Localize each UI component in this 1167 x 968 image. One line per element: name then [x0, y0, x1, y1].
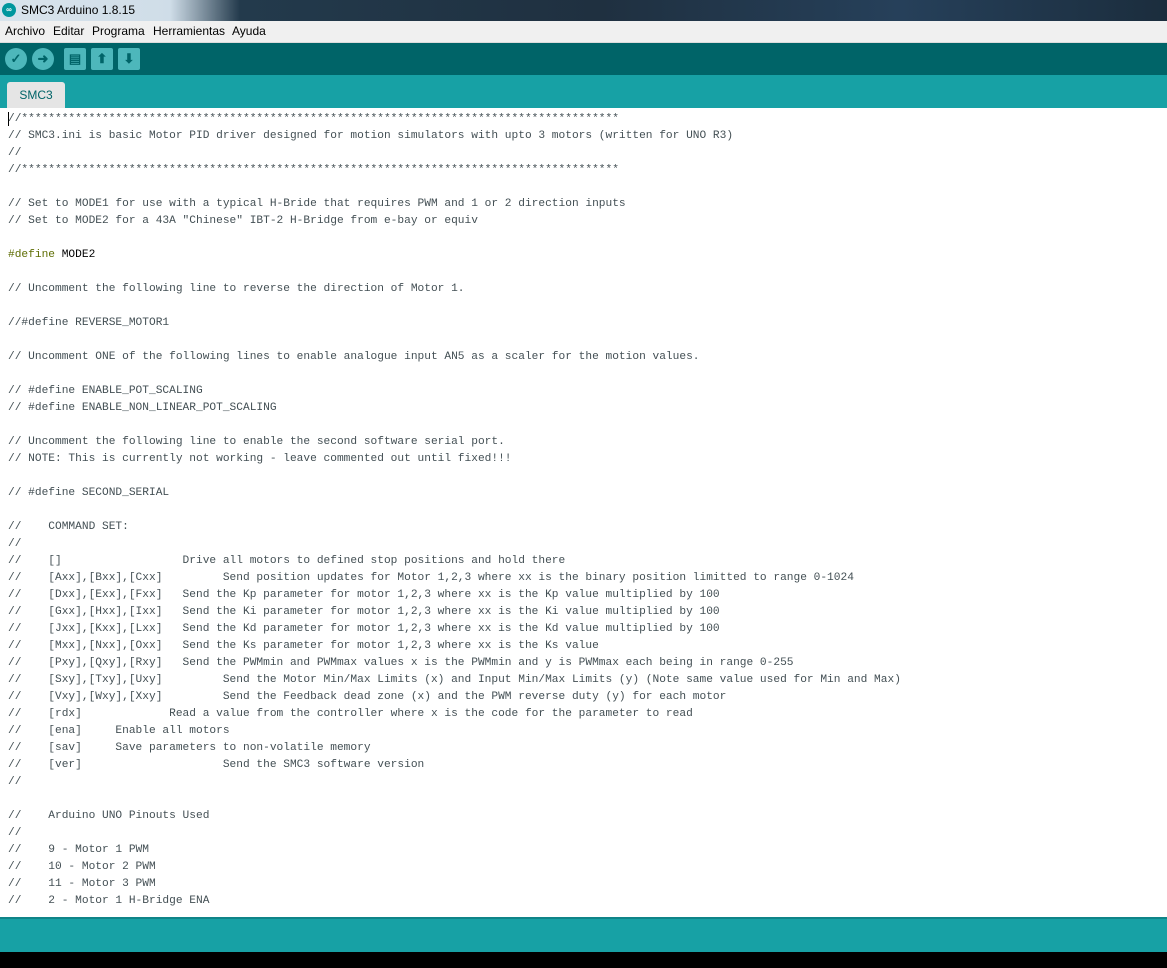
tab-smc3[interactable]: SMC3	[7, 82, 65, 108]
taskbar-strip	[0, 952, 1167, 968]
code-line: //	[8, 538, 22, 550]
code-line: // #define ENABLE_NON_LINEAR_POT_SCALING	[8, 402, 277, 414]
verify-button[interactable]: ✓	[5, 48, 27, 70]
menu-ayuda[interactable]: Ayuda	[232, 24, 266, 38]
code-line: //**************************************…	[8, 113, 619, 125]
code-line: // [Mxx],[Nxx],[Oxx] Send the Ks paramet…	[8, 640, 599, 652]
code-line: // [rdx] Read a value from the controlle…	[8, 708, 693, 720]
code-content: //**************************************…	[8, 111, 901, 910]
code-line: // [Axx],[Bxx],[Cxx] Send position updat…	[8, 572, 854, 584]
checkmark-icon: ✓	[10, 51, 22, 66]
code-line: // [Dxx],[Exx],[Fxx] Send the Kp paramet…	[8, 589, 720, 601]
new-file-icon: ▤	[68, 51, 82, 66]
code-line: // Uncomment the following line to enabl…	[8, 436, 505, 448]
code-line: // Set to MODE2 for a 43A "Chinese" IBT-…	[8, 215, 478, 227]
code-line: // [] Drive all motors to defined stop p…	[8, 555, 566, 567]
upload-button[interactable]: ➜	[32, 48, 54, 70]
code-line: // SMC3.ini is basic Motor PID driver de…	[8, 130, 734, 142]
code-line: // COMMAND SET:	[8, 521, 129, 533]
code-line: // [ver] Send the SMC3 software version	[8, 759, 425, 771]
code-line: //	[8, 147, 22, 159]
tab-bar: SMC3	[0, 75, 1167, 108]
code-line: // Uncomment the following line to rever…	[8, 283, 465, 295]
code-line: #define MODE2	[8, 247, 901, 264]
preprocessor-keyword: #define	[8, 249, 55, 261]
save-sketch-button[interactable]: ⬇	[118, 48, 140, 70]
code-line: // Uncomment ONE of the following lines …	[8, 351, 700, 363]
code-line: // [Gxx],[Hxx],[Ixx] Send the Ki paramet…	[8, 606, 720, 618]
status-bar	[0, 917, 1167, 954]
open-sketch-button[interactable]: ⬆	[91, 48, 113, 70]
arrow-down-icon: ⬇	[123, 51, 135, 66]
menu-bar: Archivo Editar Programa Herramientas Ayu…	[0, 21, 1167, 43]
code-editor[interactable]: //**************************************…	[0, 108, 1167, 917]
window-titlebar: ∞ SMC3 Arduino 1.8.15	[0, 0, 1167, 21]
code-line: // 2 - Motor 1 H-Bridge ENA	[8, 895, 210, 907]
code-line: // NOTE: This is currently not working -…	[8, 453, 512, 465]
code-line: // Set to MODE1 for use with a typical H…	[8, 198, 626, 210]
menu-herramientas[interactable]: Herramientas	[153, 24, 225, 38]
menu-programa[interactable]: Programa	[92, 24, 145, 38]
menu-archivo[interactable]: Archivo	[5, 24, 45, 38]
code-line: // 9 - Motor 1 PWM	[8, 844, 149, 856]
arrow-up-icon: ⬆	[96, 51, 108, 66]
code-line: // #define ENABLE_POT_SCALING	[8, 385, 203, 397]
code-line: //	[8, 827, 22, 839]
code-line: // #define SECOND_SERIAL	[8, 487, 170, 499]
code-line: // [sav] Save parameters to non-volatile…	[8, 742, 371, 754]
code-line: // Arduino UNO Pinouts Used	[8, 810, 210, 822]
code-line: // 11 - Motor 3 PWM	[8, 878, 156, 890]
new-sketch-button[interactable]: ▤	[64, 48, 86, 70]
toolbar: ✓ ➜ ▤ ⬆ ⬇	[0, 43, 1167, 75]
code-line: // [Vxy],[Wxy],[Xxy] Send the Feedback d…	[8, 691, 727, 703]
code-line: // [Pxy],[Qxy],[Rxy] Send the PWMmin and…	[8, 657, 794, 669]
code-line: // [ena] Enable all motors	[8, 725, 230, 737]
code-line: // [Sxy],[Txy],[Uxy] Send the Motor Min/…	[8, 674, 901, 686]
code-line: //#define REVERSE_MOTOR1	[8, 317, 170, 329]
window-title: SMC3 Arduino 1.8.15	[21, 3, 136, 17]
code-line: //	[8, 776, 22, 788]
code-line: // [Jxx],[Kxx],[Lxx] Send the Kd paramet…	[8, 623, 720, 635]
code-line: // 10 - Motor 2 PWM	[8, 861, 156, 873]
arrow-right-icon: ➜	[37, 51, 49, 66]
define-name: MODE2	[55, 249, 96, 261]
code-line: //**************************************…	[8, 164, 619, 176]
arduino-logo-icon: ∞	[2, 3, 16, 17]
menu-editar[interactable]: Editar	[53, 24, 84, 38]
